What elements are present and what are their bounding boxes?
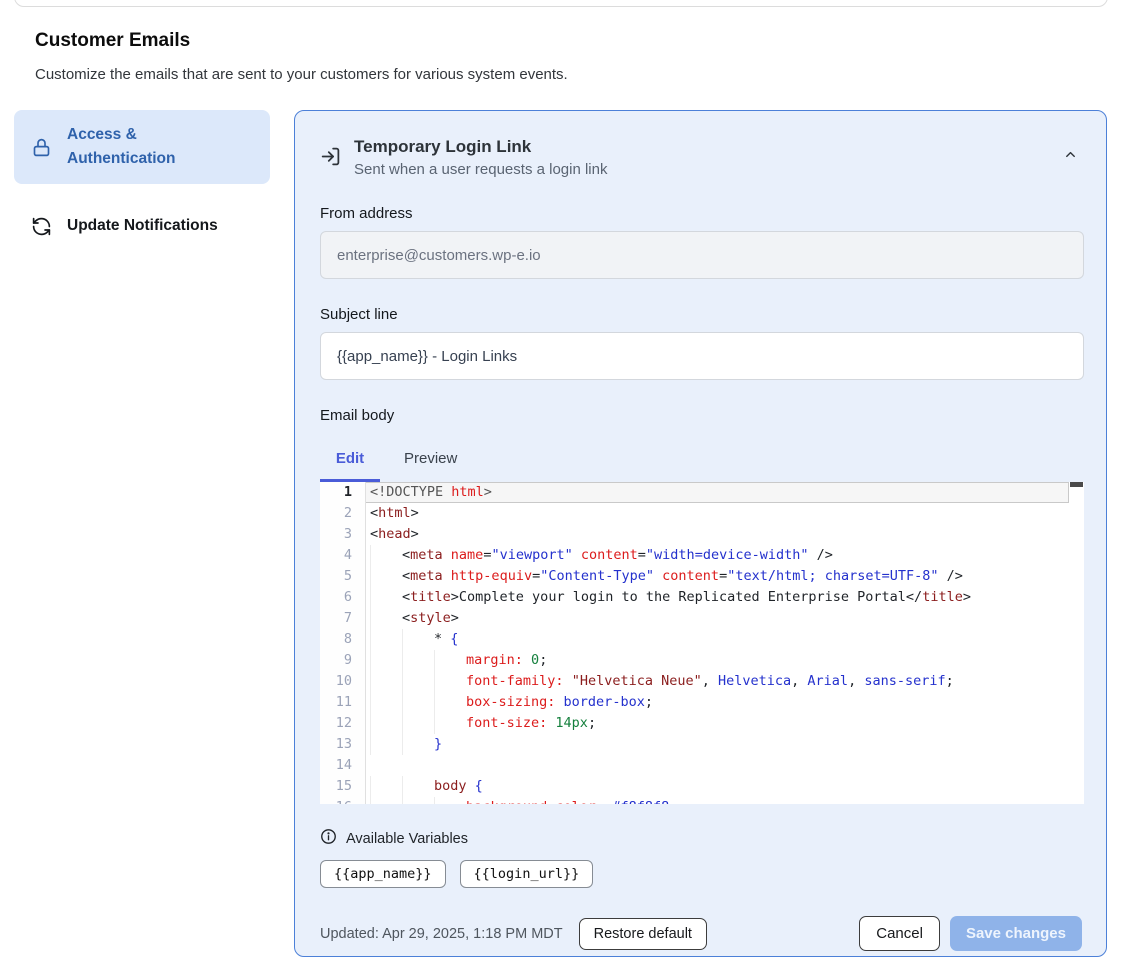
line-number: 5 [320,566,366,587]
code-editor-lines: 1<!DOCTYPE html>2<html>3<head>4<meta nam… [320,482,1069,804]
code-line: 14 [320,755,1069,776]
code-line: 2<html> [320,503,1069,524]
indent-guide [370,671,402,692]
lock-icon [30,136,52,158]
line-number: 11 [320,692,366,713]
line-number: 9 [320,650,366,671]
available-variables-label: Available Variables [346,831,468,847]
info-icon [320,828,337,850]
code-line: 12font-size: 14px; [320,713,1069,734]
line-number: 10 [320,671,366,692]
code-line: 15body { [320,776,1069,797]
editor-scrollbar-thumb[interactable] [1070,482,1083,487]
line-number: 2 [320,503,366,524]
panel-subtitle: Sent when a user requests a login link [354,161,607,178]
indent-guide [370,587,402,608]
code-line: 6<title>Complete your login to the Repli… [320,587,1069,608]
sidebar-item-label: Update Notifications [67,217,218,235]
line-number: 15 [320,776,366,797]
editor-scrollbar[interactable] [1069,482,1084,804]
indent-guide [402,797,434,804]
log-in-icon [320,146,341,172]
available-variables-row: Available Variables [320,828,1082,850]
code-line: 10font-family: "Helvetica Neue", Helveti… [320,671,1069,692]
cancel-button[interactable]: Cancel [859,916,940,951]
indent-guide [370,734,402,755]
indent-guide [370,713,402,734]
line-number: 3 [320,524,366,545]
indent-guide [370,566,402,587]
panel-title: Temporary Login Link [354,137,607,157]
from-address-input[interactable] [320,231,1084,279]
save-changes-button[interactable]: Save changes [950,916,1082,951]
email-body-tabs: Edit Preview [320,450,1082,482]
panel-footer: Updated: Apr 29, 2025, 1:18 PM MDT Resto… [320,916,1082,951]
indent-guide [402,692,434,713]
code-line: 7<style> [320,608,1069,629]
line-number: 16 [320,797,366,804]
indent-guide [402,713,434,734]
panel-header: Temporary Login Link Sent when a user re… [320,137,1082,178]
subject-line-input[interactable] [320,332,1084,380]
indent-guide [402,734,434,755]
indent-guide [402,776,434,797]
variable-chip[interactable]: {{login_url}} [460,860,594,888]
indent-guide [370,797,402,804]
subject-line-label: Subject line [320,306,1082,323]
refresh-icon [30,215,52,237]
sidebar: Access & Authentication Update Notificat… [14,110,270,250]
code-line: 11box-sizing: border-box; [320,692,1069,713]
indent-guide [370,692,402,713]
tab-preview[interactable]: Preview [404,450,457,482]
code-line: 1<!DOCTYPE html> [320,482,1069,503]
tab-edit[interactable]: Edit [320,450,380,482]
email-body-label: Email body [320,407,1082,424]
collapse-section-button[interactable] [1059,143,1082,169]
indent-guide [370,545,402,566]
variable-chips: {{app_name}} {{login_url}} [320,860,1082,888]
indent-guide [370,650,402,671]
line-number: 6 [320,587,366,608]
indent-guide [370,629,402,650]
variable-chip[interactable]: {{app_name}} [320,860,446,888]
indent-guide [434,713,466,734]
code-editor[interactable]: 1<!DOCTYPE html>2<html>3<head>4<meta nam… [320,482,1084,804]
line-number: 4 [320,545,366,566]
indent-guide [370,776,402,797]
indent-guide [402,629,434,650]
line-number: 12 [320,713,366,734]
code-line: 5<meta http-equiv="Content-Type" content… [320,566,1069,587]
updated-timestamp: Updated: Apr 29, 2025, 1:18 PM MDT [320,926,563,942]
line-number: 7 [320,608,366,629]
indent-guide [434,797,466,804]
restore-default-button[interactable]: Restore default [579,918,707,950]
chevron-up-icon [1063,150,1078,165]
previous-section-card-edge [14,0,1108,7]
code-line: 4<meta name="viewport" content="width=de… [320,545,1069,566]
line-number: 13 [320,734,366,755]
line-number: 14 [320,755,366,776]
page-subtitle: Customize the emails that are sent to yo… [35,66,568,83]
code-line: 13} [320,734,1069,755]
from-address-label: From address [320,205,1082,222]
page-title: Customer Emails [35,30,190,52]
indent-guide [434,650,466,671]
indent-guide [370,608,402,629]
code-line: 16background-color: #f8f8f8; [320,797,1069,804]
code-line: 3<head> [320,524,1069,545]
indent-guide [434,692,466,713]
line-number: 1 [320,482,366,503]
email-settings-panel: Temporary Login Link Sent when a user re… [294,110,1107,957]
code-line: 9margin: 0; [320,650,1069,671]
sidebar-item-access-authentication[interactable]: Access & Authentication [14,110,270,184]
sidebar-item-label: Access & Authentication [67,123,195,171]
line-number: 8 [320,629,366,650]
indent-guide [434,671,466,692]
indent-guide [402,650,434,671]
indent-guide [402,671,434,692]
code-line: 8* { [320,629,1069,650]
sidebar-item-update-notifications[interactable]: Update Notifications [14,202,270,250]
